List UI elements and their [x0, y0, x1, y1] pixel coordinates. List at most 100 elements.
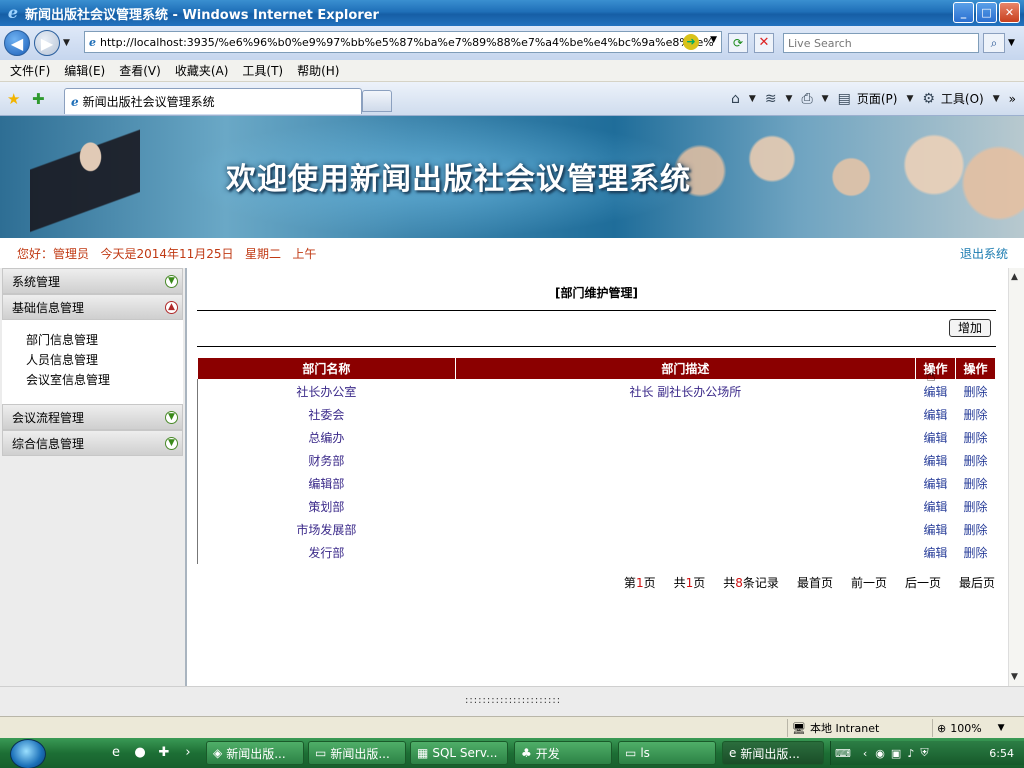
address-dropdown-icon[interactable]: ▼: [710, 35, 717, 45]
taskbar-item[interactable]: ▭ 新闻出版...: [308, 741, 406, 765]
page-menu[interactable]: 页面(P): [857, 90, 898, 107]
delete-link[interactable]: 删除: [956, 541, 996, 564]
zoom-control[interactable]: ⊕ 100% ▼: [932, 719, 1020, 737]
taskbar-item[interactable]: ▭ ls: [618, 741, 716, 765]
maximize-button[interactable]: □: [976, 2, 997, 23]
sidebar-item-personnel[interactable]: 人员信息管理: [2, 350, 183, 370]
clock[interactable]: 6:54: [989, 747, 1014, 760]
delete-link[interactable]: 删除: [956, 426, 996, 449]
new-tab-button[interactable]: [362, 90, 392, 112]
last-page-link[interactable]: 最后页: [959, 574, 995, 591]
frame-splitter[interactable]: ::::::::::::::::::::::: [0, 686, 1024, 716]
sidebar-section-integrated-info[interactable]: 综合信息管理 ▼: [2, 430, 183, 456]
scroll-down-icon[interactable]: ▼: [1011, 672, 1018, 682]
edit-link[interactable]: 编辑: [916, 541, 956, 564]
tools-menu-dropdown-icon[interactable]: ▼: [993, 94, 1000, 104]
delete-link[interactable]: 删除: [956, 380, 996, 403]
address-field[interactable]: e http://localhost:3935/%e6%96%b0%e9%97%…: [84, 31, 722, 53]
sidebar-item-meeting-room[interactable]: 会议室信息管理: [2, 370, 183, 390]
security-shield-icon[interactable]: ⛨: [920, 746, 928, 760]
scroll-up-icon[interactable]: ▲: [1011, 272, 1018, 282]
splitter-handle[interactable]: ::::::::::::::::::::::: [465, 695, 561, 706]
volume-icon[interactable]: ♪: [907, 747, 914, 760]
ie-logo-icon: e: [7, 3, 19, 22]
add-favorites-icon[interactable]: ✚: [32, 90, 45, 108]
search-dropdown-icon[interactable]: ▼: [1008, 38, 1015, 48]
go-icon[interactable]: ➜: [683, 34, 699, 50]
sidebar-section-label: 综合信息管理: [12, 436, 85, 451]
quicklaunch-browser-icon[interactable]: ●: [132, 745, 148, 761]
home-icon[interactable]: ⌂: [731, 91, 740, 107]
toolbar-chevron-icon[interactable]: »: [1009, 92, 1016, 106]
start-button[interactable]: [10, 739, 46, 768]
quicklaunch-app-icon[interactable]: ✚: [156, 745, 172, 761]
sidebar-item-department[interactable]: 部门信息管理: [2, 330, 183, 350]
next-page-link[interactable]: 后一页: [905, 574, 941, 591]
expand-icon[interactable]: ▼: [165, 437, 178, 450]
refresh-button[interactable]: ⟳: [728, 33, 748, 53]
sidebar-section-system[interactable]: 系统管理 ▼: [2, 268, 183, 294]
favorites-star-icon[interactable]: ★: [7, 90, 20, 108]
search-input[interactable]: Live Search: [783, 33, 979, 53]
expand-icon[interactable]: ▼: [165, 275, 178, 288]
network-icon[interactable]: ◉: [875, 747, 885, 760]
quicklaunch-more-icon[interactable]: ›: [180, 745, 196, 761]
history-dropdown-icon[interactable]: ▼: [63, 38, 70, 48]
expand-icon[interactable]: ▼: [165, 411, 178, 424]
menu-help[interactable]: 帮助(H): [297, 62, 339, 79]
menu-favorites[interactable]: 收藏夹(A): [175, 62, 229, 79]
menu-view[interactable]: 查看(V): [119, 62, 161, 79]
delete-link[interactable]: 删除: [956, 495, 996, 518]
prev-page-link[interactable]: 前一页: [851, 574, 887, 591]
first-page-link[interactable]: 最首页: [797, 574, 833, 591]
print-dropdown-icon[interactable]: ▼: [822, 94, 829, 104]
department-name-cell: 总编办: [308, 430, 345, 445]
edit-link[interactable]: 编辑: [916, 449, 956, 472]
sidebar-section-meeting-process[interactable]: 会议流程管理 ▼: [2, 404, 183, 430]
department-description-cell: [455, 472, 915, 495]
department-name-cell: 财务部: [308, 453, 345, 468]
home-dropdown-icon[interactable]: ▼: [749, 94, 756, 104]
add-button[interactable]: 增加: [949, 319, 991, 337]
department-name-cell: 策划部: [308, 499, 345, 514]
menu-tools[interactable]: 工具(T): [242, 62, 283, 79]
taskbar-item[interactable]: ◈ 新闻出版...: [206, 741, 304, 765]
stop-button[interactable]: ✕: [754, 33, 774, 53]
delete-link[interactable]: 删除: [956, 518, 996, 541]
edit-link[interactable]: 编辑: [916, 495, 956, 518]
close-button[interactable]: ✕: [999, 2, 1020, 23]
edit-link[interactable]: 编辑: [916, 403, 956, 426]
page-menu-dropdown-icon[interactable]: ▼: [906, 94, 913, 104]
delete-link[interactable]: 删除: [956, 449, 996, 472]
delete-link[interactable]: 删除: [956, 403, 996, 426]
menu-edit[interactable]: 编辑(E): [64, 62, 105, 79]
search-icon[interactable]: ⌕: [983, 33, 1005, 53]
tools-menu[interactable]: 工具(O): [941, 90, 984, 107]
collapse-icon[interactable]: ▲: [165, 301, 178, 314]
zoom-dropdown-icon[interactable]: ▼: [998, 723, 1005, 733]
logout-link[interactable]: 退出系统: [960, 245, 1008, 262]
print-icon[interactable]: ⎙: [801, 91, 812, 107]
ati-icon[interactable]: ▣: [891, 747, 901, 760]
tab-active[interactable]: e 新闻出版社会议管理系统: [64, 88, 362, 114]
taskbar-item-active[interactable]: e 新闻出版...: [722, 741, 824, 765]
delete-link[interactable]: 删除: [956, 472, 996, 495]
page-icon: e: [89, 35, 96, 49]
edit-link[interactable]: 编辑: [916, 518, 956, 541]
taskbar-item[interactable]: ▦ SQL Serv...: [410, 741, 508, 765]
security-zone[interactable]: 🖥 本地 Intranet: [787, 719, 927, 737]
edit-link[interactable]: 编辑: [916, 426, 956, 449]
menu-file[interactable]: 文件(F): [10, 62, 50, 79]
feeds-icon[interactable]: ≋: [765, 91, 777, 107]
back-button[interactable]: ◀: [4, 30, 30, 56]
sidebar-section-basic-info[interactable]: 基础信息管理 ▲: [2, 294, 183, 320]
minimize-button[interactable]: _: [953, 2, 974, 23]
tray-chevron-icon[interactable]: ‹: [863, 747, 867, 760]
vertical-scrollbar[interactable]: ▲ ▼: [1008, 268, 1024, 686]
quicklaunch-ie-icon[interactable]: e: [108, 745, 124, 761]
edit-link[interactable]: 编辑: [916, 472, 956, 495]
taskbar-item[interactable]: ♣ 开发: [514, 741, 612, 765]
forward-button[interactable]: ▶: [34, 30, 60, 56]
feeds-dropdown-icon[interactable]: ▼: [786, 94, 793, 104]
keyboard-icon[interactable]: ⌨: [835, 747, 851, 760]
